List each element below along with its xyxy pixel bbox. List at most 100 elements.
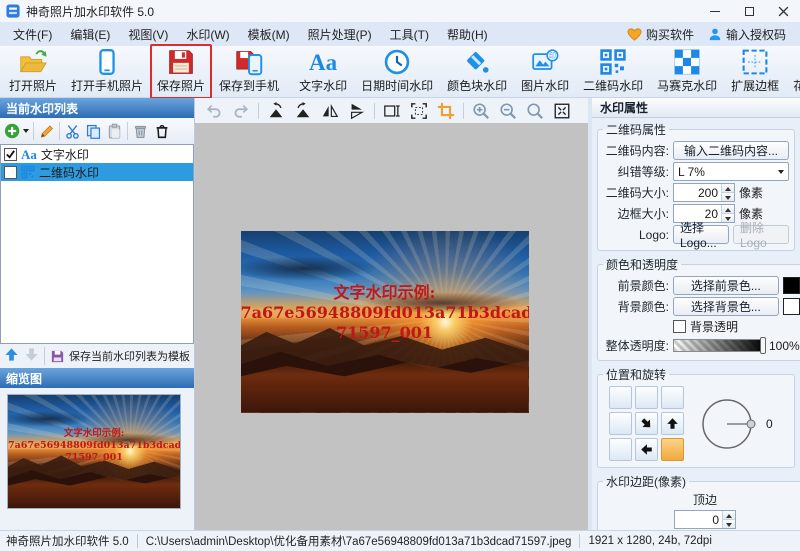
clock-icon [383,48,411,76]
opacity-slider-handle[interactable] [760,337,766,354]
opacity-slider[interactable] [673,337,766,354]
watermark-text: 文字水印示例: 7a67e56948809fd013a71b3dcad 7159… [8,427,180,463]
menu-edit[interactable]: 编辑(E) [61,23,119,46]
extend-border-button[interactable]: 扩展边框 [724,44,786,99]
resize-canvas-icon[interactable] [382,101,402,121]
qr-content-button[interactable]: 输入二维码内容... [673,141,789,160]
menu-tools[interactable]: 工具(T) [381,23,438,46]
menu-help[interactable]: 帮助(H) [438,23,497,46]
fit-window-icon[interactable] [552,101,572,121]
flip-horizontal-icon[interactable] [320,101,340,121]
clear-watermarks-button[interactable] [153,122,171,140]
move-down-button[interactable] [24,347,39,365]
window-title: 神奇照片加水印软件 5.0 [26,4,155,19]
qr-border-label: 边框大小: [617,207,669,221]
minimize-button[interactable] [698,0,732,22]
expand-canvas-icon[interactable] [409,101,429,121]
checkbox-checked[interactable] [4,147,17,161]
position-center[interactable] [635,412,658,435]
flip-vertical-icon[interactable] [347,101,367,121]
menu-bar: 文件(F) 编辑(E) 视图(V) 水印(W) 模板(M) 照片处理(P) 工具… [0,22,800,46]
position-bottom-left[interactable] [609,438,632,461]
add-watermark-button[interactable] [4,122,29,140]
open-phone-photo-button[interactable]: 打开手机照片 [64,44,150,99]
edit-watermark-button[interactable] [38,123,55,140]
picture-watermark-button[interactable]: 印 图片水印 [514,44,576,99]
zoom-actual-icon[interactable] [525,101,545,121]
move-up-button[interactable] [4,347,19,365]
zoom-out-icon[interactable] [498,101,518,121]
menu-watermark[interactable]: 水印(W) [177,23,238,46]
spin-down[interactable] [722,193,734,201]
rotate-right-icon[interactable] [293,101,313,121]
thumbnail-area: 文字水印示例: 7a67e56948809fd013a71b3dcad 7159… [0,388,194,530]
margin-top-stepper[interactable]: 0 [674,510,736,529]
redo-icon[interactable] [231,101,251,121]
text-watermark-icon: Aa [21,146,37,162]
maximize-icon [744,6,754,16]
list-item-qr-watermark[interactable]: 二维码水印 [1,163,193,181]
position-middle-left[interactable] [609,412,632,435]
phone-icon [93,48,121,76]
spin-up[interactable] [722,205,734,214]
zoom-in-icon[interactable] [471,101,491,121]
position-bottom-right-selected[interactable] [661,438,684,461]
list-item-text-watermark[interactable]: Aa 文字水印 [1,145,193,163]
datetime-watermark-button[interactable]: 日期时间水印 [354,44,440,99]
fg-color-label: 前景颜色: [617,279,669,293]
position-top-center[interactable] [635,386,658,409]
qr-size-stepper[interactable]: 200 [673,183,735,202]
maximize-button[interactable] [732,0,766,22]
delete-watermark-button[interactable] [132,123,149,140]
open-photo-button[interactable]: 打开照片 [2,44,64,99]
color-block-watermark-button[interactable]: 颜色块水印 [440,44,514,99]
ecc-select[interactable]: L 7% [673,162,789,181]
save-to-phone-button[interactable]: 保存到手机 [212,44,286,99]
watermark-text[interactable]: 文字水印示例: 7a67e56948809fd013a71b3dcad 7159… [241,283,529,343]
position-grid [609,386,684,461]
menu-template[interactable]: 模板(M) [239,23,299,46]
position-bottom-center[interactable] [635,438,658,461]
cut-watermark-button[interactable] [64,123,81,140]
delete-logo-button[interactable]: 删除Logo [733,221,789,250]
rotation-dial[interactable]: 0 [700,396,773,452]
menu-file[interactable]: 文件(F) [4,23,61,46]
spin-up[interactable] [722,184,734,193]
menu-view[interactable]: 视图(V) [119,23,177,46]
arrow-se-icon [641,418,651,428]
position-middle-right[interactable] [661,412,684,435]
fg-color-button[interactable]: 选择前景色... [673,276,779,295]
qr-code-icon [21,165,35,179]
save-photo-button[interactable]: 保存照片 [150,44,213,99]
spin-down[interactable] [722,214,734,222]
position-top-left[interactable] [609,386,632,409]
mosaic-watermark-button[interactable]: 马赛克水印 [650,44,724,99]
title-bar: 神奇照片加水印软件 5.0 [0,0,800,22]
select-logo-button[interactable]: 选择Logo... [673,221,729,250]
text-watermark-button[interactable]: Aa 文字水印 [292,44,354,99]
qr-watermark-button[interactable]: 二维码水印 [576,44,650,99]
enter-license-button[interactable]: 输入授权码 [708,26,786,43]
crop-icon[interactable] [436,101,456,121]
photo-canvas[interactable]: 文字水印示例: 7a67e56948809fd013a71b3dcad 7159… [195,123,588,530]
close-button[interactable] [766,0,800,22]
buy-software-button[interactable]: 购买软件 [627,26,694,43]
checkbox-unchecked[interactable] [4,165,17,179]
position-top-right[interactable] [661,386,684,409]
photo-image[interactable]: 文字水印示例: 7a67e56948809fd013a71b3dcad 7159… [240,230,529,413]
copy-watermark-button[interactable] [85,123,102,140]
watermark-list-panel: 当前水印列表 Aa 文字水印 二维码水印 保存当前水印列表为模板 缩览图 文字水… [0,98,195,530]
lace-frame-button[interactable]: 花边像框 [786,44,800,99]
open-photo-icon [19,48,47,76]
undo-icon[interactable] [204,101,224,121]
save-template-button[interactable]: 保存当前水印列表为模板 [50,348,190,364]
menu-photo-process[interactable]: 照片处理(P) [299,23,381,46]
rotate-left-icon[interactable] [266,101,286,121]
list-move-row: 保存当前水印列表为模板 [0,344,194,368]
bg-color-button[interactable]: 选择背景色... [673,297,779,316]
watermark-list-header: 当前水印列表 [0,98,194,118]
bg-transparent-checkbox[interactable] [673,320,686,333]
opacity-value: 100% [769,338,800,353]
chevron-down-icon [778,169,784,174]
paste-watermark-button[interactable] [106,123,123,140]
